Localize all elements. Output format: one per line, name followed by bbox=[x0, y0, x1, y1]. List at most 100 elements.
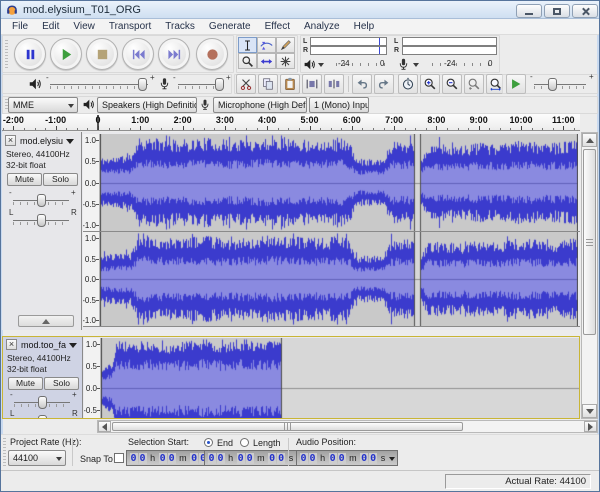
track-1-pan-slider[interactable] bbox=[13, 214, 69, 227]
draw-tool-button[interactable] bbox=[276, 37, 295, 53]
recording-meter-right-bar[interactable] bbox=[402, 46, 497, 55]
skip-to-start-button[interactable] bbox=[122, 38, 154, 70]
playback-meter-speaker-icon[interactable] bbox=[303, 58, 316, 71]
track-2-title-menu[interactable]: mod.too_fa bbox=[19, 339, 81, 351]
vertical-scrollbar[interactable] bbox=[581, 132, 598, 419]
timeline-minor-tick bbox=[235, 128, 237, 130]
track-2-channel-1-vertical-ruler[interactable]: 1.00.50.0-0.5-1.0 bbox=[84, 338, 101, 418]
maximize-button[interactable] bbox=[544, 4, 570, 18]
track-1-gain-slider[interactable] bbox=[13, 194, 69, 207]
menu-file[interactable]: File bbox=[5, 19, 35, 35]
track-2-gain-thumb[interactable] bbox=[38, 396, 47, 409]
close-button[interactable] bbox=[572, 4, 598, 18]
track-1-mute-button[interactable]: Mute bbox=[7, 173, 42, 186]
selection-toolbar-grip[interactable] bbox=[3, 438, 6, 467]
speed-slider-thumb[interactable] bbox=[548, 78, 557, 91]
silence-button[interactable] bbox=[324, 74, 344, 94]
track-2-gain-slider[interactable] bbox=[14, 396, 70, 409]
playback-meter-left-bar[interactable] bbox=[310, 37, 387, 46]
input-volume-slider[interactable] bbox=[178, 78, 224, 91]
recording-meter-left-bar[interactable] bbox=[402, 37, 497, 46]
scroll-left-button[interactable] bbox=[98, 421, 111, 432]
track-1-channel-2-waveform[interactable] bbox=[100, 232, 578, 326]
end-radio[interactable] bbox=[204, 438, 213, 447]
sync-lock-button[interactable] bbox=[398, 74, 418, 94]
horizontal-scroll-thumb[interactable] bbox=[112, 422, 463, 431]
title-bar[interactable]: mod.elysium_T01_ORG bbox=[1, 1, 599, 19]
playback-meter-right-bar[interactable] bbox=[310, 46, 387, 55]
timeshift-tool-button[interactable] bbox=[257, 53, 276, 69]
recording-device-select[interactable]: Microphone (High Defini bbox=[213, 97, 307, 113]
skip-to-end-button[interactable] bbox=[158, 38, 190, 70]
recording-meter-dropdown-arrow[interactable] bbox=[413, 63, 419, 70]
stop-button[interactable] bbox=[86, 38, 118, 70]
track-1-gain-thumb[interactable] bbox=[37, 194, 46, 207]
trim-button[interactable] bbox=[302, 74, 322, 94]
track-1-pan-thumb[interactable] bbox=[37, 214, 46, 227]
selection-tool-button[interactable] bbox=[238, 37, 257, 53]
timeline-ruler[interactable]: -2:00 -1:00 0 1:00 2:00 3:00 4:00 5:00 6:00 7:00 8… bbox=[2, 114, 580, 131]
menu-edit[interactable]: Edit bbox=[35, 19, 66, 35]
snap-to-checkbox[interactable] bbox=[114, 453, 124, 463]
track-1-title-menu[interactable]: mod.elysiu bbox=[18, 135, 80, 147]
zoom-tool-button[interactable] bbox=[238, 53, 257, 69]
scroll-right-button[interactable] bbox=[584, 421, 597, 432]
redo-button[interactable] bbox=[374, 74, 394, 94]
track-1-solo-button[interactable]: Solo bbox=[43, 173, 78, 186]
fit-selection-button[interactable] bbox=[464, 74, 484, 94]
zoom-in-button[interactable] bbox=[420, 74, 440, 94]
playback-meter-left-label: L bbox=[303, 38, 308, 45]
timeline-minor-tick bbox=[45, 128, 47, 130]
track-2-pan-thumb[interactable] bbox=[38, 415, 47, 418]
menu-help[interactable]: Help bbox=[347, 19, 382, 35]
undo-button[interactable] bbox=[352, 74, 372, 94]
play-at-speed-button[interactable] bbox=[506, 74, 526, 94]
track-1-channel-2-vertical-ruler[interactable]: 1.0 0.5 0.0 -0.5 -1.0 bbox=[83, 232, 100, 326]
paste-button[interactable] bbox=[280, 74, 300, 94]
input-volume-slider-thumb[interactable] bbox=[215, 78, 224, 91]
multi-tool-button[interactable] bbox=[276, 53, 295, 69]
envelope-tool-button[interactable] bbox=[257, 37, 276, 53]
track-2-channel-1-waveform[interactable] bbox=[101, 338, 579, 418]
project-rate-select[interactable]: 44100 bbox=[8, 450, 66, 466]
recording-channels-select[interactable]: 1 (Mono) Inpu bbox=[309, 97, 369, 113]
track-1-channel-1-waveform[interactable] bbox=[100, 134, 578, 231]
timefield-dropdown-arrow[interactable] bbox=[389, 456, 396, 464]
menu-view[interactable]: View bbox=[66, 19, 102, 35]
record-button[interactable] bbox=[196, 38, 228, 70]
output-volume-slider-thumb[interactable] bbox=[138, 78, 147, 91]
recording-meter-mic-icon[interactable] bbox=[397, 57, 410, 71]
track-1-channel-1-vertical-ruler[interactable]: 1.0 0.5 0.0 -0.5 -1.0 bbox=[83, 134, 100, 231]
menu-effect[interactable]: Effect bbox=[258, 19, 297, 35]
play-button[interactable] bbox=[50, 38, 82, 70]
selection-end-field[interactable]: 00 h 00 m 00 s bbox=[204, 450, 307, 466]
copy-button[interactable] bbox=[258, 74, 278, 94]
menu-generate[interactable]: Generate bbox=[202, 19, 258, 35]
menu-tracks[interactable]: Tracks bbox=[158, 19, 202, 35]
length-radio[interactable] bbox=[240, 438, 249, 447]
playback-device-select[interactable]: Speakers (High Definitio bbox=[97, 97, 197, 113]
playback-meter-dropdown-arrow[interactable] bbox=[318, 63, 324, 70]
zoom-out-button[interactable] bbox=[442, 74, 462, 94]
pause-button[interactable] bbox=[14, 38, 46, 70]
track-2-close-button[interactable]: × bbox=[6, 339, 17, 350]
scroll-up-button[interactable] bbox=[582, 133, 597, 147]
cut-button[interactable] bbox=[236, 74, 256, 94]
track-2-mute-button[interactable]: Mute bbox=[8, 377, 43, 390]
output-volume-slider[interactable] bbox=[50, 78, 148, 91]
horizontal-scrollbar[interactable] bbox=[97, 420, 598, 433]
audio-position-field[interactable]: 00 h 00 m 00 s bbox=[296, 450, 399, 466]
track-1-close-button[interactable]: × bbox=[5, 135, 16, 146]
track-2-solo-button[interactable]: Solo bbox=[44, 377, 79, 390]
transport-grip[interactable] bbox=[5, 40, 8, 68]
scroll-down-button[interactable] bbox=[582, 404, 597, 418]
vertical-scroll-thumb[interactable] bbox=[583, 149, 596, 335]
menu-analyze[interactable]: Analyze bbox=[297, 19, 347, 35]
playback-speed-slider[interactable] bbox=[534, 78, 586, 91]
menu-transport[interactable]: Transport bbox=[102, 19, 158, 35]
track-2-pan-slider[interactable] bbox=[14, 415, 70, 418]
timeline-minor-tick bbox=[76, 128, 78, 130]
audio-host-select[interactable]: MME bbox=[8, 97, 78, 113]
minimize-button[interactable] bbox=[516, 4, 542, 18]
track-1-collapse-button[interactable] bbox=[18, 315, 74, 327]
